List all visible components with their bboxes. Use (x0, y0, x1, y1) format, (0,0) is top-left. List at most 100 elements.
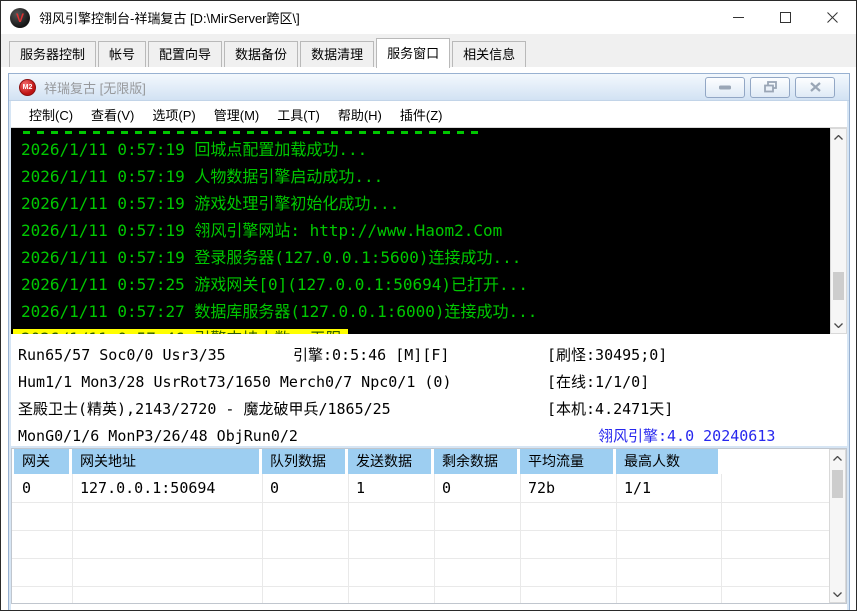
tab-bar: 服务器控制 帐号 配置向导 数据备份 数据清理 服务窗口 相关信息 (1, 34, 856, 67)
status-engine-uptime: 引擎:0:5:46 [M][F] (293, 342, 449, 369)
maximize-button[interactable] (762, 1, 809, 34)
console-line: 2026/1/11 0:57:46 引擎支持人数: 无限 (21, 325, 830, 334)
menu-view[interactable]: 查看(V) (82, 105, 143, 124)
tab-related-info[interactable]: 相关信息 (452, 41, 526, 67)
menu-help[interactable]: 帮助(H) (329, 105, 391, 124)
tab-data-backup[interactable]: 数据备份 (224, 41, 298, 67)
close-icon (827, 12, 838, 23)
cell-sent: 1 (348, 474, 434, 502)
scroll-down-button[interactable] (830, 586, 845, 602)
cell-max-users: 1/1 (616, 474, 721, 502)
menu-bar: 控制(C) 查看(V) 选项(P) 管理(M) 工具(T) 帮助(H) 插件(Z… (11, 101, 847, 128)
mdi-window: M2 祥瑞复古 [无限版] (8, 73, 850, 610)
status-boss-info: 圣殿卫士(精英),2143/2720 - 魔龙破甲兵/1865/25 (18, 396, 391, 423)
table-row[interactable]: 0 127.0.0.1:50694 0 1 0 72b 1/1 (14, 474, 721, 502)
m2-icon-letters: M2 (23, 84, 33, 91)
tab-service-window[interactable]: 服务窗口 (376, 38, 450, 68)
console-line: 2026/1/11 0:57:19 人物数据引擎启动成功... (21, 163, 830, 190)
col-header-avg-flow[interactable]: 平均流量 (520, 449, 616, 474)
status-row: Hum1/1 Mon3/28 UsrRot73/1650 Merch0/7 Np… (11, 369, 847, 396)
mdi-title: 祥瑞复古 [无限版] (44, 78, 146, 97)
mdi-close-button[interactable] (795, 77, 835, 98)
col-header-queue[interactable]: 队列数据 (262, 449, 348, 474)
table-scrollbar[interactable] (829, 449, 846, 603)
status-mon-stats: MonG0/1/6 MonP3/26/48 ObjRun0/2 (18, 423, 298, 450)
mdi-restore-icon (764, 81, 777, 93)
status-row: 圣殿卫士(精英),2143/2720 - 魔龙破甲兵/1865/25 [本机:4… (11, 396, 847, 423)
console-group: 2026/1/11 0:57:19 回城点配置加载成功... 2026/1/11… (11, 128, 847, 334)
col-header-max-users[interactable]: 最高人数 (616, 449, 721, 474)
tab-config-wizard[interactable]: 配置向导 (148, 41, 222, 67)
window-title: 翎风引擎控制台-祥瑞复古 [D:\MirServer跨区\] (39, 8, 300, 27)
table-scrollbar-thumb[interactable] (832, 470, 843, 498)
status-row: MonG0/1/6 MonP3/26/48 ObjRun0/2 翎风引擎:4.0… (11, 423, 847, 450)
col-header-gateway[interactable]: 网关 (14, 449, 72, 474)
chevron-down-icon (834, 323, 843, 328)
console-line: 2026/1/11 0:57:19 翎风引擎网站: http://www.Hao… (21, 217, 830, 244)
tab-account[interactable]: 帐号 (98, 41, 146, 67)
app-icon: V (10, 8, 30, 28)
menu-plugins[interactable]: 插件(Z) (391, 105, 452, 124)
chevron-up-icon (833, 456, 842, 461)
console-line: 2026/1/11 0:57:27 数据库服务器(127.0.0.1:6000)… (21, 298, 830, 325)
minimize-icon (733, 12, 744, 23)
console-log[interactable]: 2026/1/11 0:57:19 回城点配置加载成功... 2026/1/11… (11, 128, 830, 334)
gateway-table: 网关 网关地址 队列数据 发送数据 剩余数据 平均流量 最高人数 (11, 448, 847, 604)
console-line: 2026/1/11 0:57:19 登录服务器(127.0.0.1:5600)连… (21, 244, 830, 271)
gridline (12, 530, 829, 531)
status-object-stats: Hum1/1 Mon3/28 UsrRot73/1650 Merch0/7 Np… (18, 369, 451, 396)
gridline (12, 502, 829, 503)
maximize-icon (780, 12, 791, 23)
scroll-down-button[interactable] (831, 317, 846, 333)
app-window: V 翎风引擎控制台-祥瑞复古 [D:\MirServer跨区\] 服务器控制 帐… (0, 0, 857, 611)
titlebar: V 翎风引擎控制台-祥瑞复古 [D:\MirServer跨区\] (1, 1, 856, 34)
menu-control[interactable]: 控制(C) (20, 105, 82, 124)
status-run-stats: Run65/57 Soc0/0 Usr3/35 (18, 342, 226, 369)
menu-tools[interactable]: 工具(T) (268, 105, 329, 124)
gridline (12, 586, 829, 587)
cell-gateway: 0 (14, 474, 72, 502)
cell-address: 127.0.0.1:50694 (72, 474, 262, 502)
status-spawn-count: [刷怪:30495;0] (547, 342, 667, 369)
m2-icon: M2 (19, 79, 36, 96)
tab-server-control[interactable]: 服务器控制 (9, 41, 96, 67)
mdi-minimize-button[interactable] (705, 77, 745, 98)
mdi-window-controls (700, 77, 835, 98)
cell-remaining: 0 (434, 474, 520, 502)
scroll-up-button[interactable] (831, 129, 846, 145)
status-row: Run65/57 Soc0/0 Usr3/35 引擎:0:5:46 [M][F]… (11, 342, 847, 369)
scroll-up-button[interactable] (830, 450, 845, 466)
gateway-table-content: 网关 网关地址 队列数据 发送数据 剩余数据 平均流量 最高人数 (12, 449, 829, 603)
tab-page: M2 祥瑞复古 [无限版] (1, 66, 856, 610)
minimize-button[interactable] (715, 1, 762, 34)
mdi-bottom-filler (11, 604, 847, 611)
col-header-sent[interactable]: 发送数据 (348, 449, 434, 474)
col-header-remaining[interactable]: 剩余数据 (434, 449, 520, 474)
tab-data-cleanup[interactable]: 数据清理 (300, 41, 374, 67)
chevron-up-icon (834, 135, 843, 140)
close-button[interactable] (809, 1, 856, 34)
gateway-table-group: 网关 网关地址 队列数据 发送数据 剩余数据 平均流量 最高人数 (11, 448, 847, 604)
cell-queue: 0 (262, 474, 348, 502)
menu-options[interactable]: 选项(P) (143, 105, 204, 124)
console-scrollbar[interactable] (830, 128, 847, 334)
mdi-restore-button[interactable] (750, 77, 790, 98)
status-uptime-days: [本机:4.2471天] (547, 396, 673, 423)
table-header-row: 网关 网关地址 队列数据 发送数据 剩余数据 平均流量 最高人数 (12, 449, 829, 474)
cell-avg-flow: 72b (520, 474, 616, 502)
chevron-down-icon (833, 592, 842, 597)
mdi-minimize-icon (719, 85, 731, 90)
mdi-close-icon (810, 82, 821, 92)
menu-manage[interactable]: 管理(M) (205, 105, 269, 124)
console-partial-line (23, 131, 478, 134)
col-header-address[interactable]: 网关地址 (72, 449, 262, 474)
console-line: 2026/1/11 0:57:25 游戏网关[0](127.0.0.1:5069… (21, 271, 830, 298)
console-line: 2026/1/11 0:57:19 回城点配置加载成功... (21, 136, 830, 163)
console-scrollbar-thumb[interactable] (833, 272, 844, 300)
table-body: 0 127.0.0.1:50694 0 1 0 72b 1/1 (12, 474, 829, 603)
window-controls (715, 1, 856, 34)
app-icon-letter: V (16, 11, 24, 25)
console-line: 2026/1/11 0:57:19 游戏处理引擎初始化成功... (21, 190, 830, 217)
status-online-count: [在线:1/1/0] (547, 369, 649, 396)
engine-version: 翎风引擎:4.0 20240613 (598, 423, 775, 450)
